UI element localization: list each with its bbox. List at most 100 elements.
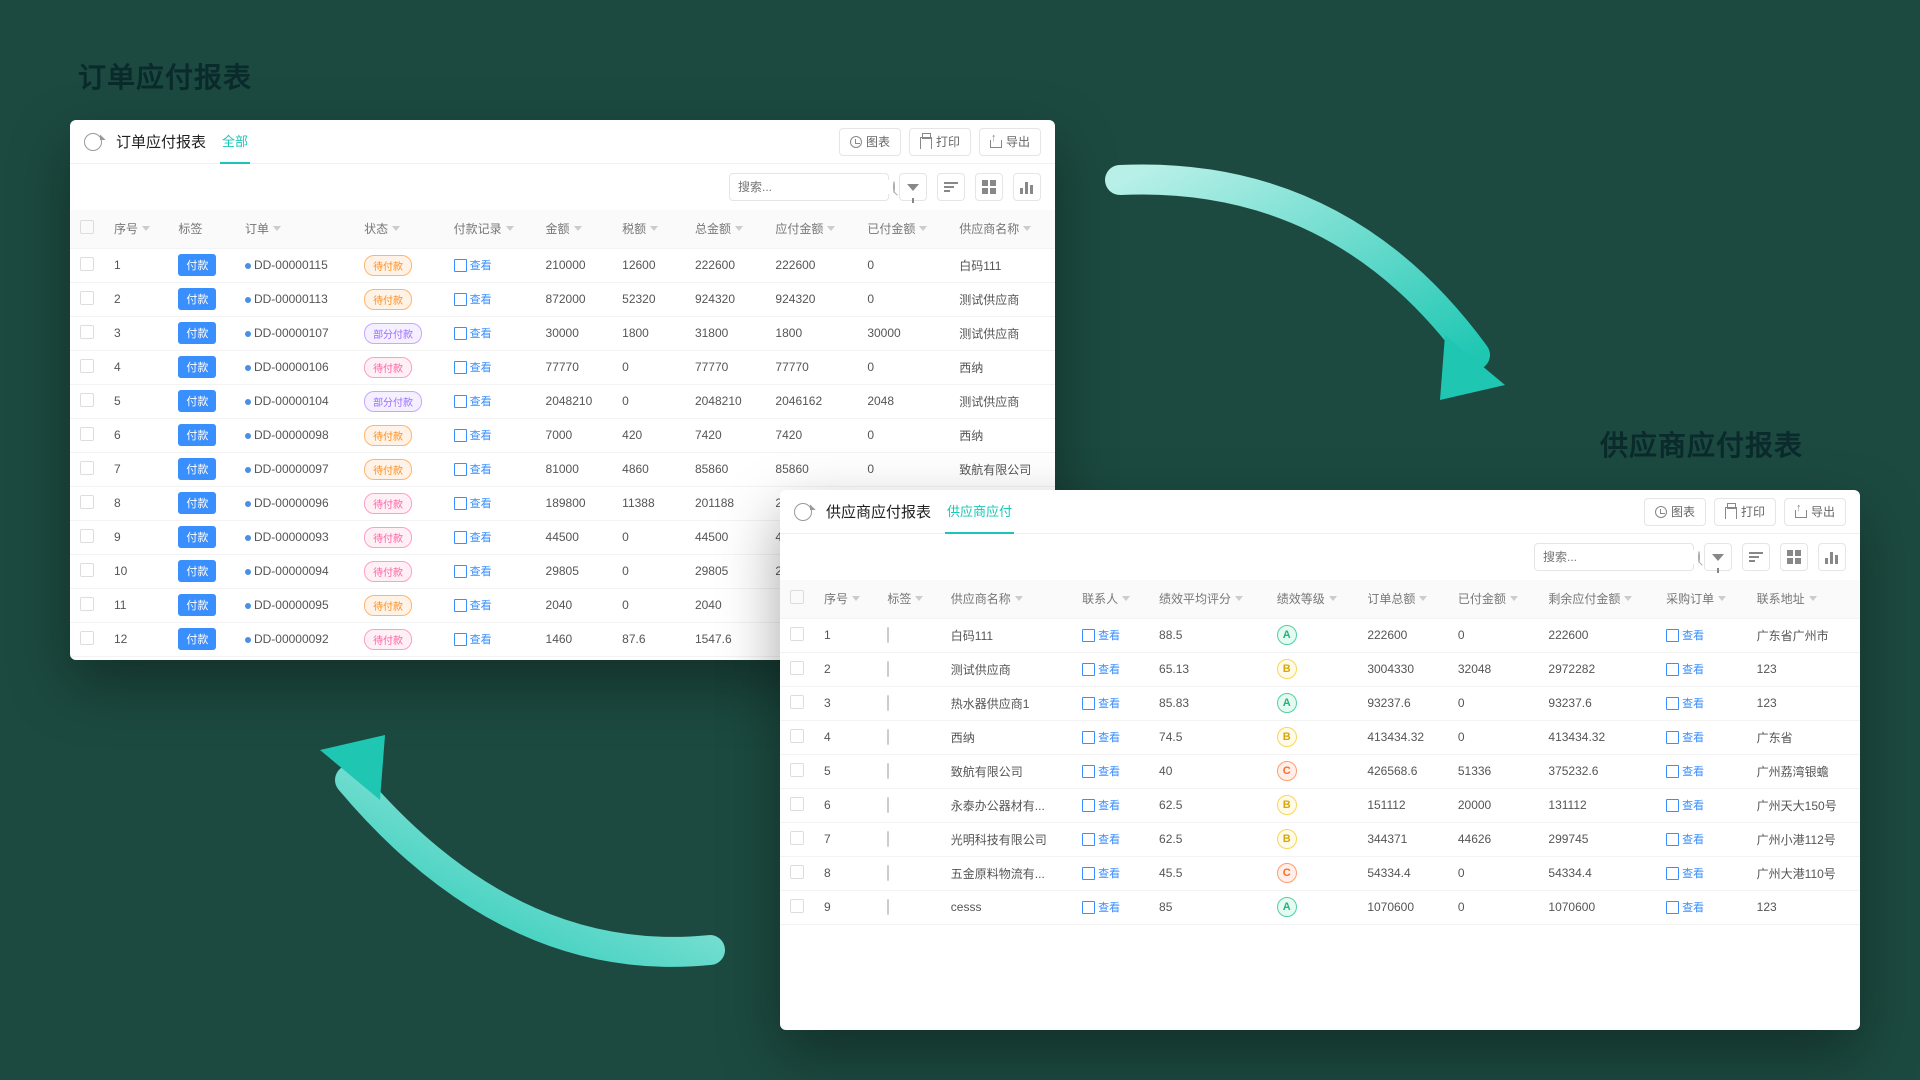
column-header[interactable]: 税额 (612, 210, 685, 248)
pay-button[interactable]: 付款 (178, 356, 216, 378)
tab-all[interactable]: 全部 (220, 120, 250, 164)
column-header[interactable]: 采购订单 (1656, 580, 1747, 618)
checkbox[interactable] (80, 325, 94, 339)
view-link[interactable]: 查看 (454, 359, 526, 375)
tag-icon[interactable] (887, 729, 889, 745)
table-row[interactable]: 3热水器供应商1查看85.83A93237.6093237.6查看123 (780, 686, 1860, 720)
checkbox[interactable] (790, 590, 804, 604)
checkbox[interactable] (790, 627, 804, 641)
view-link[interactable]: 查看 (454, 529, 526, 545)
view-link[interactable]: 查看 (454, 461, 526, 477)
filter-button[interactable] (899, 173, 927, 201)
view-link[interactable]: 查看 (1666, 797, 1737, 813)
column-header[interactable]: 状态 (354, 210, 444, 248)
view-link[interactable]: 查看 (1082, 899, 1139, 915)
checkbox[interactable] (790, 899, 804, 913)
checkbox[interactable] (790, 661, 804, 675)
table-row[interactable]: 1白码111查看88.5A2226000222600查看广东省广州市 (780, 618, 1860, 652)
column-header[interactable]: 序号 (814, 580, 877, 618)
pay-button[interactable]: 付款 (178, 526, 216, 548)
pay-button[interactable]: 付款 (178, 322, 216, 344)
checkbox[interactable] (80, 529, 94, 543)
table-row[interactable]: 9cesss查看85A107060001070600查看123 (780, 890, 1860, 924)
column-header[interactable]: 联系人 (1072, 580, 1149, 618)
table-row[interactable]: 5致航有限公司查看40C426568.651336375232.6查看广州荔湾银… (780, 754, 1860, 788)
view-link[interactable]: 查看 (1666, 899, 1737, 915)
search-input[interactable] (1534, 543, 1694, 571)
view-link[interactable]: 查看 (454, 325, 526, 341)
view-link[interactable]: 查看 (454, 563, 526, 579)
column-header[interactable]: 剩余应付金额 (1538, 580, 1656, 618)
pay-button[interactable]: 付款 (178, 560, 216, 582)
pay-button[interactable]: 付款 (178, 458, 216, 480)
checkbox[interactable] (790, 729, 804, 743)
view-link[interactable]: 查看 (454, 631, 526, 647)
view-link[interactable]: 查看 (1666, 627, 1737, 643)
search-input[interactable] (729, 173, 889, 201)
view-link[interactable]: 查看 (1082, 661, 1139, 677)
tag-icon[interactable] (887, 627, 889, 643)
table-row[interactable]: 2测试供应商查看65.13B3004330320482972282查看123 (780, 652, 1860, 686)
column-header[interactable]: 总金额 (685, 210, 765, 248)
checkbox[interactable] (80, 359, 94, 373)
table-wrap[interactable]: 序号标签供应商名称联系人绩效平均评分绩效等级订单总额已付金额剩余应付金额采购订单… (780, 580, 1860, 1030)
view-link[interactable]: 查看 (454, 427, 526, 443)
checkbox[interactable] (80, 495, 94, 509)
column-header[interactable]: 订单总额 (1357, 580, 1448, 618)
column-header[interactable]: 金额 (536, 210, 613, 248)
column-header[interactable]: 已付金额 (857, 210, 949, 248)
refresh-icon[interactable] (84, 133, 102, 151)
pay-button[interactable]: 付款 (178, 390, 216, 412)
export-button[interactable]: 导出 (979, 128, 1041, 156)
checkbox[interactable] (80, 563, 94, 577)
column-header[interactable]: 标签 (168, 210, 235, 248)
checkbox[interactable] (80, 220, 94, 234)
view-link[interactable]: 查看 (1666, 729, 1737, 745)
tag-icon[interactable] (887, 661, 889, 677)
table-row[interactable]: 1付款DD-00000115待付款查看210000126002226002226… (70, 248, 1055, 282)
view-link[interactable]: 查看 (454, 291, 526, 307)
tag-icon[interactable] (887, 797, 889, 813)
tag-icon[interactable] (887, 763, 889, 779)
tag-icon[interactable] (887, 831, 889, 847)
checkbox[interactable] (80, 597, 94, 611)
view-link[interactable]: 查看 (1082, 763, 1139, 779)
checkbox[interactable] (790, 831, 804, 845)
view-link[interactable]: 查看 (454, 257, 526, 273)
pay-button[interactable]: 付款 (178, 594, 216, 616)
export-button[interactable]: 导出 (1784, 498, 1846, 526)
column-header[interactable]: 订单 (235, 210, 354, 248)
filter-button[interactable] (1704, 543, 1732, 571)
chart-button[interactable]: 图表 (839, 128, 901, 156)
view-link[interactable]: 查看 (1666, 865, 1737, 881)
view-link[interactable]: 查看 (454, 393, 526, 409)
tab-supplier[interactable]: 供应商应付 (945, 490, 1014, 534)
column-header[interactable]: 供应商名称 (941, 580, 1072, 618)
checkbox[interactable] (80, 631, 94, 645)
column-header[interactable]: 标签 (877, 580, 940, 618)
view-link[interactable]: 查看 (1082, 865, 1139, 881)
column-header[interactable]: 绩效等级 (1267, 580, 1358, 618)
stats-button[interactable] (1818, 543, 1846, 571)
view-link[interactable]: 查看 (1082, 695, 1139, 711)
view-link[interactable]: 查看 (1082, 831, 1139, 847)
table-row[interactable]: 4西纳查看74.5B413434.320413434.32查看广东省 (780, 720, 1860, 754)
column-header[interactable]: 绩效平均评分 (1149, 580, 1267, 618)
pay-button[interactable]: 付款 (178, 492, 216, 514)
checkbox[interactable] (80, 393, 94, 407)
tag-icon[interactable] (887, 695, 889, 711)
checkbox[interactable] (80, 291, 94, 305)
pay-button[interactable]: 付款 (178, 424, 216, 446)
pay-button[interactable]: 付款 (178, 254, 216, 276)
table-row[interactable]: 5付款DD-00000104部分付款查看20482100204821020461… (70, 384, 1055, 418)
pay-button[interactable]: 付款 (178, 288, 216, 310)
checkbox[interactable] (790, 865, 804, 879)
table-row[interactable]: 8五金原料物流有...查看45.5C54334.4054334.4查看广州大港1… (780, 856, 1860, 890)
sort-button[interactable] (1742, 543, 1770, 571)
grid-view-button[interactable] (975, 173, 1003, 201)
tag-icon[interactable] (887, 899, 889, 915)
checkbox[interactable] (790, 695, 804, 709)
view-link[interactable]: 查看 (1666, 831, 1737, 847)
table-row[interactable]: 2付款DD-00000113待付款查看872000523209243209243… (70, 282, 1055, 316)
table-row[interactable]: 6永泰办公器材有...查看62.5B15111220000131112查看广州天… (780, 788, 1860, 822)
